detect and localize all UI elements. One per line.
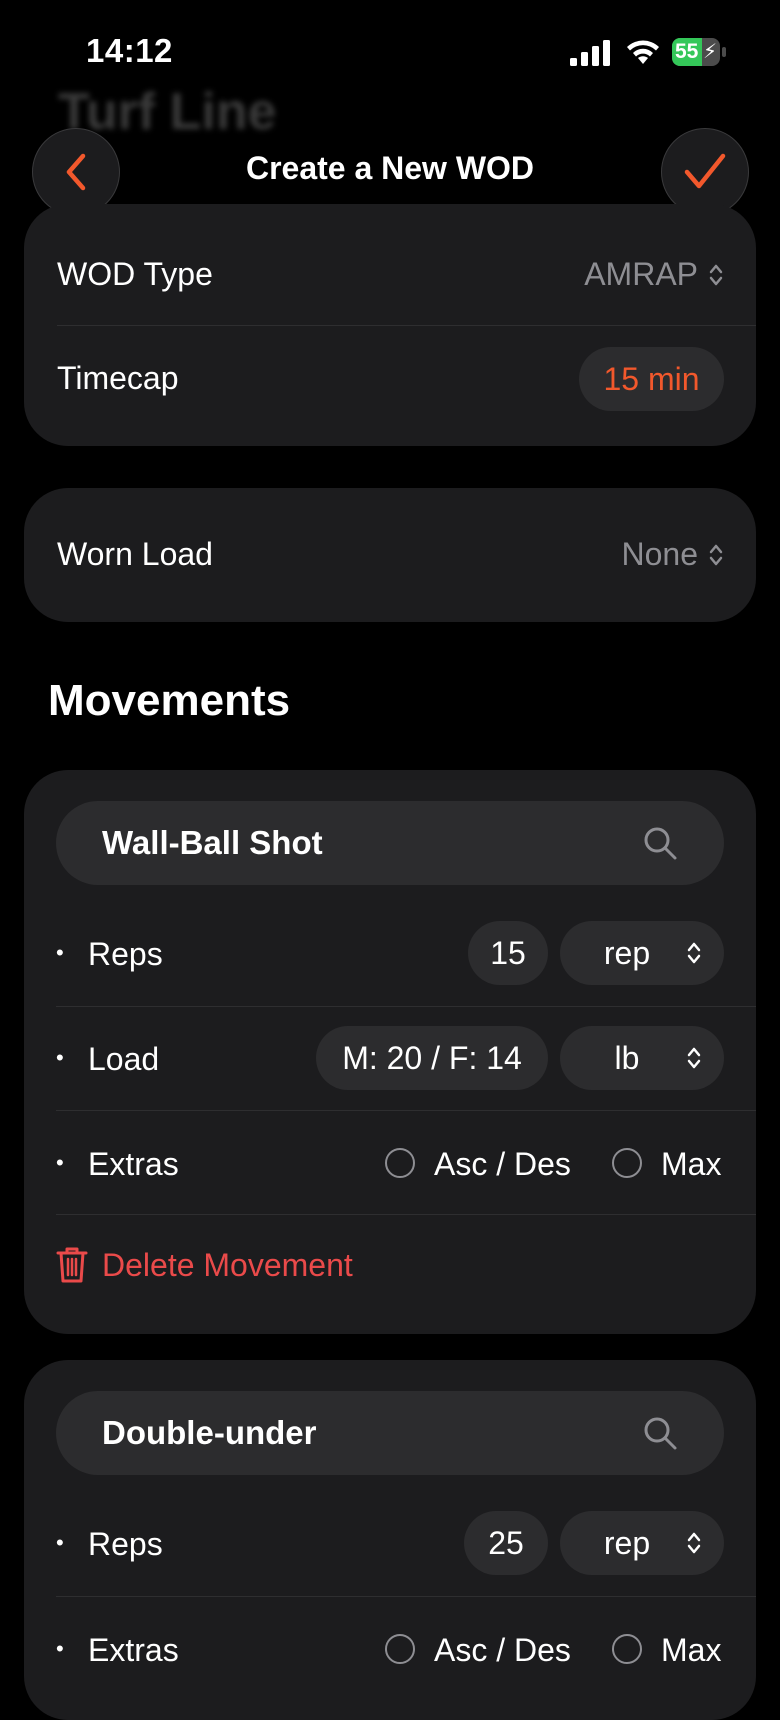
wifi-icon — [627, 40, 659, 64]
worn-load-picker[interactable]: None — [622, 536, 725, 573]
reps-field[interactable]: 25 — [464, 1511, 548, 1575]
max-radio[interactable] — [612, 1148, 642, 1178]
delete-movement-label: Delete Movement — [102, 1246, 353, 1283]
reps-label: Reps — [88, 1526, 163, 1562]
divider — [56, 1214, 756, 1215]
max-label: Max — [661, 1146, 722, 1182]
chevron-up-down-icon — [687, 1047, 701, 1069]
timecap-label: Timecap — [57, 360, 179, 396]
bullet: • — [56, 1045, 64, 1070]
worn-load-value: None — [621, 536, 699, 572]
reps-unit-value: rep — [603, 934, 651, 971]
extras-label: Extras — [88, 1632, 179, 1668]
movement-search-field[interactable]: Double-under — [56, 1391, 724, 1475]
reps-unit-picker[interactable]: rep — [560, 921, 724, 985]
asc-des-radio[interactable] — [385, 1634, 415, 1664]
reps-field[interactable]: 15 — [468, 921, 548, 985]
battery-level: 55 — [675, 40, 699, 63]
reps-unit-value: rep — [603, 1524, 651, 1561]
worn-load-card: Worn Load None — [24, 488, 756, 622]
chevron-up-down-icon — [709, 544, 723, 565]
status-time: 14:12 — [86, 32, 173, 69]
divider — [57, 325, 756, 326]
max-radio[interactable] — [612, 1634, 642, 1664]
bullet: • — [56, 1636, 64, 1661]
reps-label: Reps — [88, 936, 163, 972]
checkmark-icon — [684, 153, 726, 189]
load-field[interactable]: M: 20 / F: 14 — [316, 1026, 548, 1090]
asc-des-label: Asc / Des — [434, 1146, 571, 1182]
worn-load-label: Worn Load — [57, 536, 213, 572]
reps-unit-picker[interactable]: rep — [560, 1511, 724, 1575]
chevron-up-down-icon — [687, 1532, 701, 1554]
wod-type-label: WOD Type — [57, 256, 213, 292]
save-button[interactable] — [661, 128, 749, 216]
bullet: • — [56, 940, 64, 965]
battery-icon: 55 ⚡ — [672, 38, 726, 66]
search-icon — [644, 1417, 677, 1450]
wod-type-value: AMRAP — [584, 256, 698, 292]
movement-name: Wall-Ball Shot — [102, 824, 323, 861]
cellular-signal-icon — [570, 40, 610, 66]
load-unit-value: lb — [614, 1039, 640, 1076]
timecap-field[interactable]: 15 min — [579, 347, 724, 411]
chevron-up-down-icon — [709, 264, 723, 285]
trash-icon — [56, 1247, 88, 1283]
divider — [56, 1110, 756, 1111]
movements-section-title: Movements — [48, 676, 291, 725]
chevron-up-down-icon — [687, 942, 701, 964]
divider — [56, 1006, 756, 1007]
extras-label: Extras — [88, 1146, 179, 1182]
max-label: Max — [661, 1632, 722, 1668]
load-unit-picker[interactable]: lb — [560, 1026, 724, 1090]
delete-movement-button[interactable]: Delete Movement — [56, 1246, 353, 1284]
asc-des-radio[interactable] — [385, 1148, 415, 1178]
bullet: • — [56, 1150, 64, 1175]
movement-card: Double-under • Reps 25 rep • Extras Asc … — [24, 1360, 756, 1720]
divider — [56, 1596, 756, 1597]
search-icon — [644, 827, 677, 860]
wod-type-picker[interactable]: AMRAP — [584, 256, 724, 293]
wod-settings-card: WOD Type AMRAP Timecap 15 min — [24, 204, 756, 446]
load-label: Load — [88, 1041, 160, 1077]
movement-search-field[interactable]: Wall-Ball Shot — [56, 801, 724, 885]
movement-card: Wall-Ball Shot • Reps 15 rep • Load M: 2… — [24, 770, 756, 1334]
movement-name: Double-under — [102, 1414, 317, 1451]
asc-des-label: Asc / Des — [434, 1632, 571, 1668]
bullet: • — [56, 1530, 64, 1555]
